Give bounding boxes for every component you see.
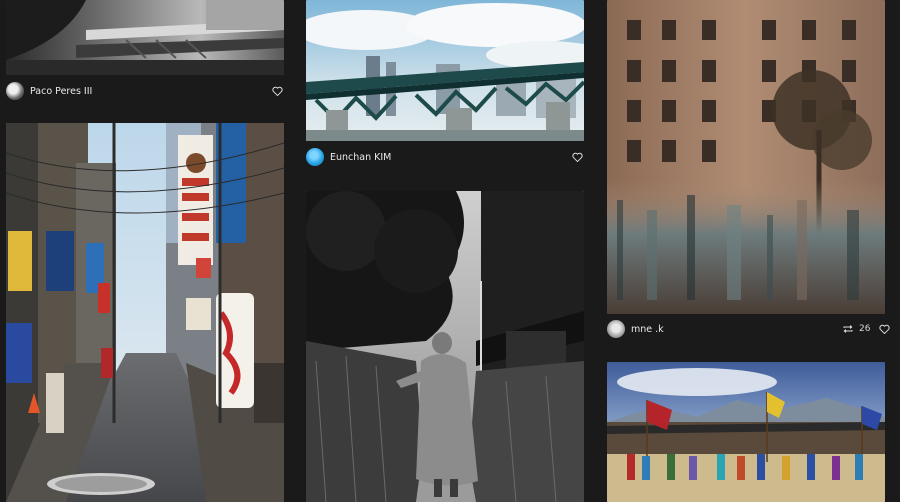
card-actions-mne: 26 xyxy=(842,319,890,339)
photo-bw-architecture[interactable] xyxy=(6,0,284,75)
photo-card-bridge[interactable] xyxy=(306,0,584,141)
card-actions-paco xyxy=(271,81,283,101)
photo-monk[interactable] xyxy=(306,191,584,502)
author-name[interactable]: Eunchan KIM xyxy=(330,152,391,163)
photo-card-monk[interactable] xyxy=(306,191,584,502)
photo-card-palace[interactable] xyxy=(607,362,885,502)
photo-palace-ceremony[interactable] xyxy=(607,362,885,502)
author-name[interactable]: Paco Peres III xyxy=(30,86,92,97)
card-meta-paco: Paco Peres III xyxy=(6,81,92,101)
avatar[interactable] xyxy=(607,320,625,338)
heart-icon[interactable] xyxy=(271,85,283,97)
photo-card-paco[interactable] xyxy=(6,0,284,75)
photo-building-blur[interactable] xyxy=(607,0,885,314)
photo-bridge[interactable] xyxy=(306,0,584,141)
avatar[interactable] xyxy=(6,82,24,100)
repost-count: 26 xyxy=(859,324,871,334)
heart-icon[interactable] xyxy=(571,151,583,163)
author-name[interactable]: mne .k xyxy=(631,324,664,335)
avatar[interactable] xyxy=(306,148,324,166)
heart-icon[interactable] xyxy=(878,323,890,335)
card-meta-mne: mne .k xyxy=(607,319,664,339)
photo-card-building[interactable] xyxy=(607,0,885,314)
photo-card-street[interactable] xyxy=(6,123,284,502)
photo-seoul-street[interactable] xyxy=(6,123,284,502)
card-actions-eunchan xyxy=(571,147,583,167)
card-meta-eunchan: Eunchan KIM xyxy=(306,147,391,167)
repost-icon[interactable] xyxy=(842,323,854,335)
